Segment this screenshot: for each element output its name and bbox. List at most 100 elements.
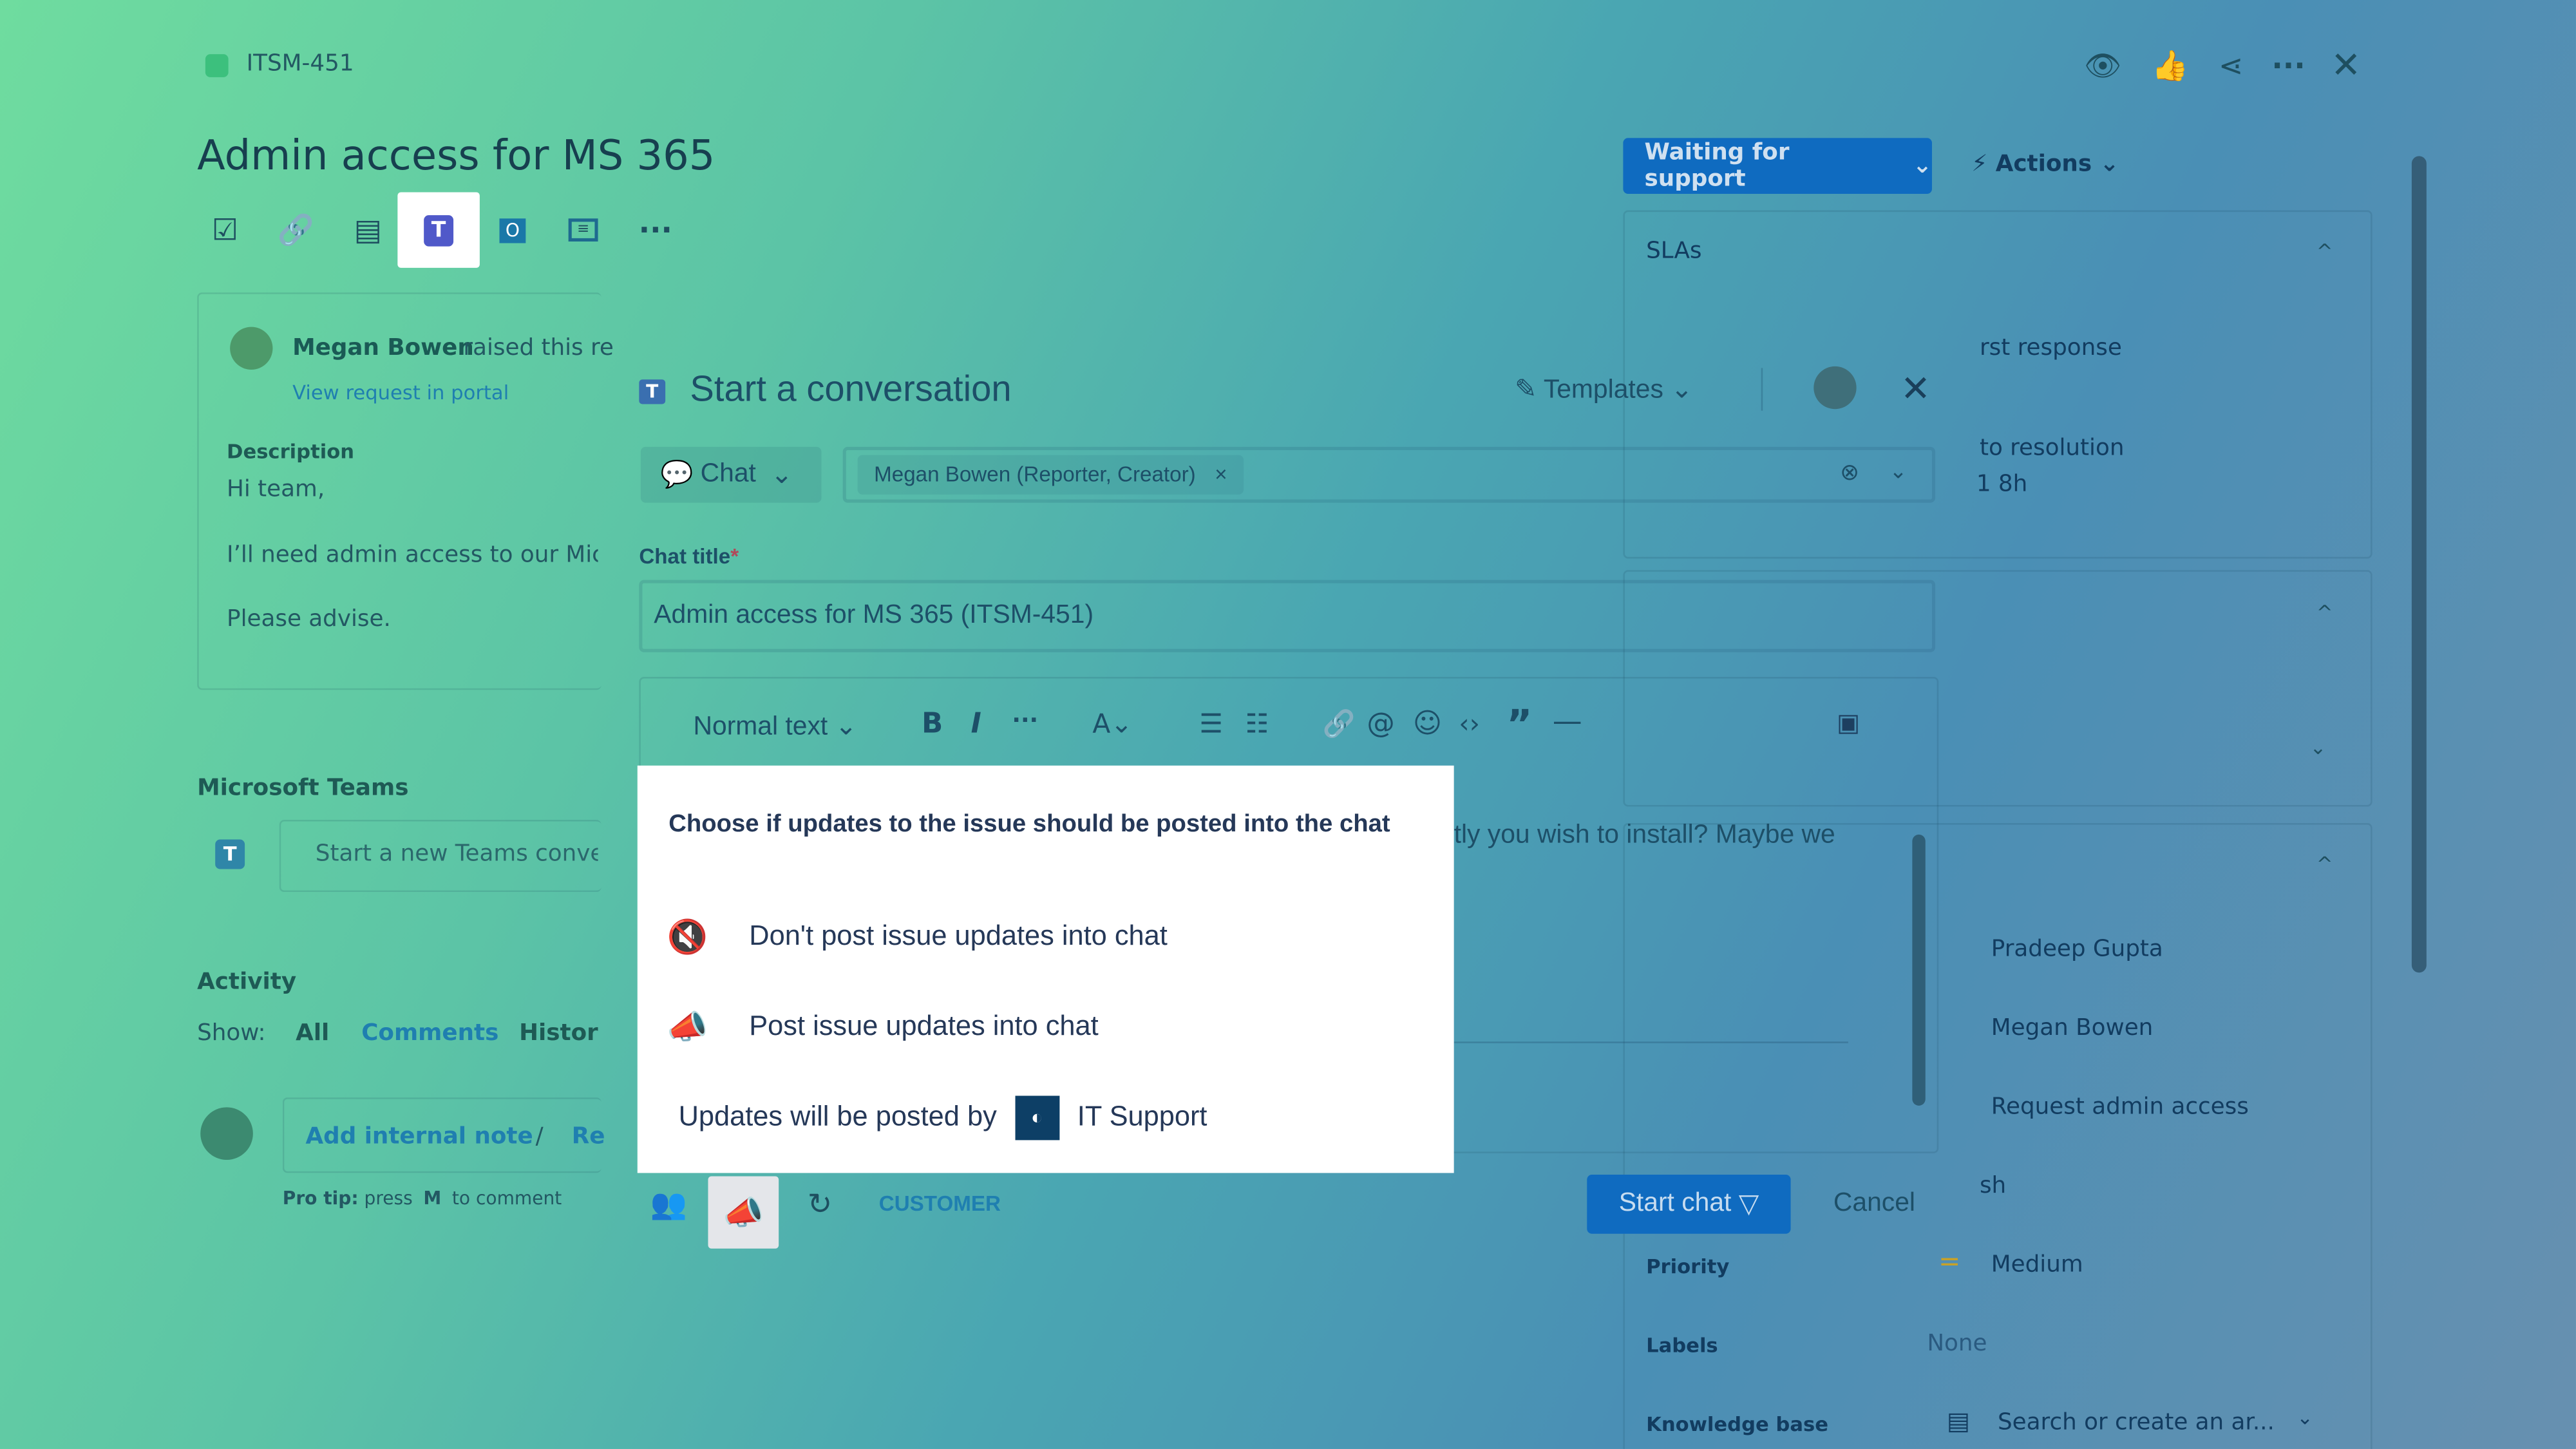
add-participants-icon[interactable]: 👥 (647, 1183, 690, 1226)
actions-label: Actions (1995, 151, 2092, 178)
assignee-value[interactable]: Pradeep Gupta (1991, 936, 2163, 963)
post-label: Post issue updates into chat (749, 1010, 1099, 1042)
message-text: tly you wish to install? Maybe we (1454, 821, 1835, 849)
agent-avatar[interactable] (1814, 366, 1857, 410)
chevron-down-icon[interactable]: ⌄ (2304, 733, 2333, 762)
customer-tag: CUSTOMER (878, 1191, 1001, 1216)
teams-logo-icon: T (204, 831, 256, 877)
sla-resolution: to resolution (1979, 435, 2125, 462)
user-avatar (200, 1107, 253, 1160)
checklist-icon[interactable]: ☑ (205, 211, 245, 250)
chevron-up-icon[interactable]: ^ (2310, 849, 2340, 879)
chat-bubble-icon: 💬 (660, 461, 694, 490)
more-icon[interactable]: ··· (636, 211, 675, 250)
description-label: Description (227, 440, 355, 464)
status-button[interactable]: Waiting for support ⌄ (1623, 138, 1932, 194)
chevron-down-icon: ⌄ (2099, 151, 2119, 178)
link-icon[interactable]: 🔗 (276, 211, 316, 250)
teams-heading: Microsoft Teams (197, 775, 409, 802)
separator: / (535, 1123, 544, 1150)
add-internal-note-link[interactable]: Add internal note (305, 1124, 533, 1150)
chevron-down-icon[interactable]: ⌄ (1889, 460, 1908, 484)
clear-icon[interactable]: ⊗ (1840, 460, 1859, 486)
filter-comments[interactable]: Comments (361, 1020, 498, 1046)
italic-icon[interactable]: I (971, 708, 981, 741)
start-chat-button[interactable]: Start chat ▽ (1587, 1174, 1791, 1234)
templates-button[interactable]: ✎ Templates ⌄ (1515, 373, 1692, 406)
magic-pen-icon: ✎ (1515, 376, 1537, 404)
post-updates-popup: Choose if updates to the issue should be… (637, 765, 1454, 1173)
filter-all[interactable]: All (296, 1020, 329, 1046)
kb-icon: ▤ (1946, 1406, 1971, 1436)
it-support-avatar: ◐ (1014, 1095, 1059, 1140)
chevron-down-icon: ⌄ (770, 461, 793, 490)
shortcut-key: M (423, 1188, 442, 1209)
teams-icon[interactable]: T (397, 192, 480, 268)
modal-divider (1761, 368, 1763, 411)
image-icon[interactable]: ▣ (1837, 708, 1860, 737)
sla-first-response: rst response (1979, 335, 2122, 362)
text-style-select[interactable]: Normal text ⌄ (694, 710, 857, 743)
chevron-up-icon[interactable]: ^ (2310, 236, 2340, 266)
page-icon[interactable]: ▤ (348, 211, 388, 250)
mention-icon[interactable]: @ (1367, 708, 1394, 741)
templates-label: Templates (1543, 376, 1663, 404)
dont-post-option[interactable]: 🔇 Don't post issue updates into chat (667, 910, 1423, 963)
more-formatting-icon[interactable]: ··· (1012, 708, 1038, 734)
activity-heading: Activity (197, 969, 297, 996)
post-option[interactable]: 📣 Post issue updates into chat (667, 1001, 1423, 1054)
poster-name: IT Support (1077, 1101, 1208, 1132)
labels-value[interactable]: None (1927, 1331, 1987, 1357)
required-marker: * (730, 544, 739, 569)
recipient-chip: Megan Bowen (Reporter, Creator) × (857, 455, 1244, 495)
bold-icon[interactable]: B (922, 708, 943, 741)
cancel-button[interactable]: Cancel (1833, 1189, 1915, 1219)
editor-scrollbar[interactable] (1912, 834, 1926, 1106)
eye-icon[interactable]: 👁 (2083, 46, 2123, 85)
outlook-icon[interactable]: O (493, 211, 532, 250)
emoji-icon[interactable]: ☺ (1413, 708, 1442, 741)
raised-text: raised this re (463, 335, 614, 362)
thumbs-up-icon[interactable]: 👍 (2150, 46, 2190, 85)
issue-key[interactable]: ITSM-451 (247, 51, 354, 77)
kb-search-input[interactable]: Search or create an ar... (1998, 1410, 2275, 1436)
close-icon[interactable]: ✕ (2326, 45, 2365, 86)
request-type-value[interactable]: Request admin access (1991, 1094, 2249, 1121)
teams-placeholder: Start a new Teams conver (315, 841, 598, 867)
divider-icon[interactable]: — (1553, 705, 1582, 739)
megaphone-button[interactable]: 📣 (708, 1176, 779, 1249)
text-color-icon[interactable]: A⌄ (1092, 708, 1132, 739)
posted-by-row: Updates will be posted by ◐ IT Support (679, 1092, 1208, 1142)
pro-tip-label: Pro tip: (282, 1188, 359, 1209)
pro-tip: Pro tip: press M to comment (283, 1188, 562, 1209)
modal-title: Start a conversation (690, 368, 1012, 410)
form-icon[interactable]: ≡ (564, 211, 603, 250)
quote-icon[interactable]: ” (1506, 701, 1532, 747)
bullet-list-icon[interactable]: ☰ (1199, 708, 1223, 739)
reply-link[interactable]: Re (572, 1124, 605, 1150)
slas-heading[interactable]: SLAs (1646, 238, 1701, 265)
chat-type-select[interactable]: 💬 Chat ⌄ (640, 446, 822, 503)
numbered-list-icon[interactable]: ☷ (1245, 708, 1269, 739)
more-icon[interactable]: ··· (2269, 46, 2308, 85)
remove-recipient-icon[interactable]: × (1215, 462, 1227, 486)
dont-post-label: Don't post issue updates into chat (749, 920, 1168, 952)
view-in-portal-link[interactable]: View request in portal (292, 381, 509, 404)
send-icon: ▽ (1738, 1191, 1759, 1219)
link-icon[interactable]: 🔗 (1323, 708, 1356, 739)
actions-button[interactable]: ⚡ Actions ⌄ (1971, 151, 2119, 178)
scrollbar[interactable] (2411, 156, 2427, 973)
code-icon[interactable]: ‹› (1459, 708, 1480, 739)
chat-type-label: Chat (700, 460, 756, 488)
close-modal-icon[interactable]: ✕ (1894, 368, 1937, 410)
share-icon[interactable]: ⋖ (2211, 46, 2251, 85)
reporter-avatar (230, 327, 273, 370)
reporter-name[interactable]: Megan Bowen (292, 335, 474, 361)
chevron-down-icon[interactable]: ⌄ (2297, 1406, 2313, 1430)
chevron-up-icon[interactable]: ^ (2310, 598, 2340, 628)
priority-value[interactable]: Medium (1991, 1252, 2083, 1278)
description-line: I’ll need admin access to our Micr (227, 542, 598, 569)
filter-history[interactable]: History (519, 1020, 598, 1046)
refresh-icon[interactable]: ↻ (799, 1183, 841, 1226)
reporter-value[interactable]: Megan Bowen (1991, 1016, 2154, 1042)
